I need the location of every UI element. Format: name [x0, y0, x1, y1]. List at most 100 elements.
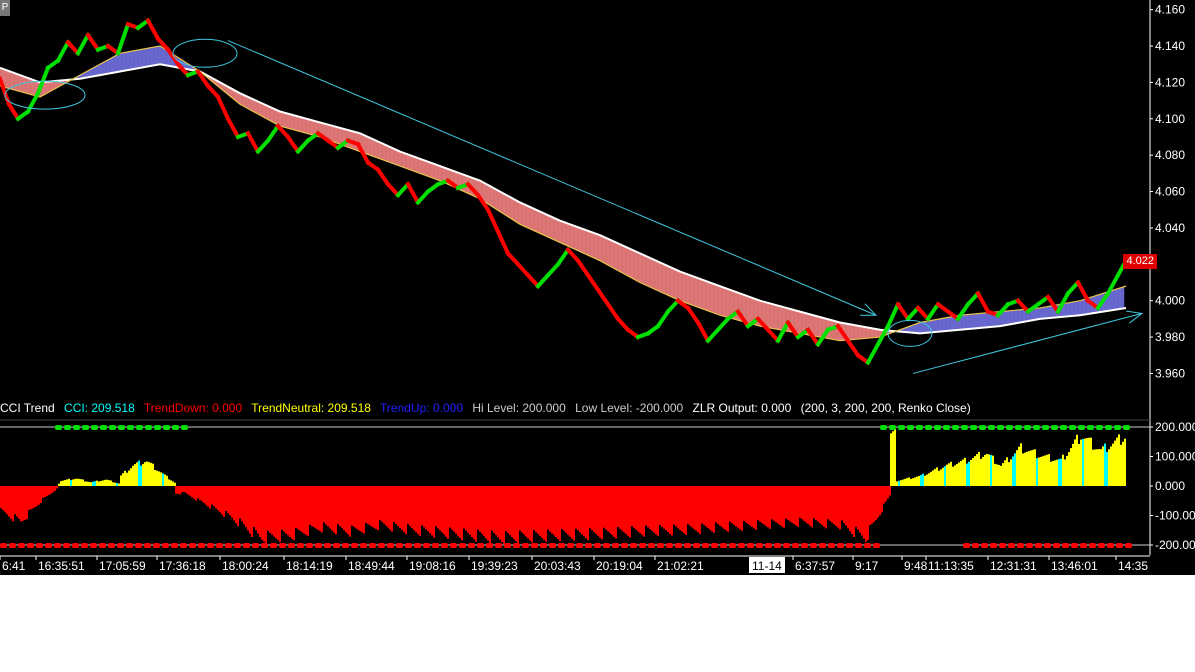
cci-bar-negative [507, 486, 509, 534]
renko-down-brick [915, 305, 931, 322]
ma-ribbon-segment [1067, 301, 1073, 317]
cci-bar-negative [375, 486, 377, 530]
cci-bar-negative [22, 486, 24, 521]
renko-up-brick [535, 272, 551, 289]
cci-bar-negative [255, 486, 257, 531]
trend-down-marker [117, 543, 124, 548]
cci-bar-positive [968, 461, 970, 486]
trend-up-marker [163, 425, 170, 430]
cci-bar-positive [896, 481, 898, 486]
ma-ribbon-segment [671, 267, 677, 300]
ma-ribbon-segment [947, 316, 953, 332]
cci-bar-negative [293, 486, 295, 541]
cci-bar-negative [319, 486, 321, 531]
trend-up-marker [1123, 425, 1130, 430]
ma-ribbon-segment [1119, 286, 1125, 310]
trend-up-marker [889, 425, 896, 430]
trend-down-marker [90, 543, 97, 548]
ma-ribbon-segment [595, 233, 601, 262]
cci-bar-negative [367, 486, 369, 525]
cci-bar-positive [1100, 449, 1102, 486]
ma-ribbon-segment [971, 313, 977, 330]
renko-down-brick [685, 305, 701, 326]
renko-up-brick [865, 341, 881, 366]
cci-bar-positive [132, 465, 134, 486]
time-tick-label: 20:19:04 [596, 559, 643, 573]
trend-down-marker [684, 543, 691, 548]
time-tick-label: 19:39:23 [471, 559, 518, 573]
trend-down-marker [738, 543, 745, 548]
cci-bar-negative [441, 486, 443, 533]
cci-bar-negative [345, 486, 347, 533]
cci-bar-negative [36, 486, 38, 507]
cci-bar-negative [26, 486, 28, 519]
chart-area[interactable]: 4.160 4.140 4.120 4.100 4.080 4.060 4.040 4.000… [0, 0, 1195, 575]
ma-ribbon-segment [771, 303, 777, 330]
time-tick-label: 21:02:21 [657, 559, 704, 573]
legend-low-level: Low Level: -200.000 [575, 401, 684, 415]
cci-bar-negative [743, 486, 745, 521]
cci-bar-negative [407, 486, 409, 525]
cci-bar-positive [82, 479, 84, 486]
trend-down-marker [990, 543, 997, 548]
cci-bar-negative [565, 486, 567, 533]
cci-bar-negative [179, 486, 181, 495]
ma-ribbon-segment [487, 184, 493, 208]
trend-down-marker [396, 543, 403, 548]
ma-ribbon-segment [143, 47, 149, 68]
cci-bar-negative [389, 486, 391, 530]
ma-ribbon-segment [415, 156, 421, 174]
cci-bar-negative [625, 486, 627, 535]
legend-name: CCI Trend [0, 401, 55, 415]
cci-bar-positive [1086, 438, 1088, 486]
cci-bar-positive [1020, 443, 1022, 486]
time-tick-label: 20:03:43 [534, 559, 581, 573]
cci-bar-positive [1116, 437, 1118, 486]
trend-down-marker [432, 543, 439, 548]
chart-svg[interactable]: 4.160 4.140 4.120 4.100 4.080 4.060 4.040 4.000… [0, 0, 1195, 575]
cci-bar-positive [1070, 448, 1072, 486]
cci-bar-positive [164, 474, 166, 486]
last-price-tag: 4.022 [1123, 253, 1157, 269]
trend-down-marker [1062, 543, 1069, 548]
cci-bar-negative [331, 486, 333, 531]
legend-trend-neutral: TrendNeutral: 209.518 [251, 401, 371, 415]
ma-ribbon-segment [1015, 309, 1021, 324]
cci-bar-negative [327, 486, 329, 527]
title-strip: P [0, 0, 10, 16]
cci-bar-negative [679, 486, 681, 530]
cci-bar-negative [445, 486, 447, 537]
cci-bar-negative [785, 486, 787, 519]
trend-down-marker [0, 543, 7, 548]
ma-ribbon-segment [711, 282, 717, 315]
ma-ribbon-segment [679, 271, 685, 303]
trend-up-marker [154, 425, 161, 430]
cci-bar-negative [30, 486, 32, 510]
cci-bar-negative [867, 486, 869, 541]
cci-bar-positive [942, 467, 944, 486]
cci-bar-positive [170, 480, 172, 486]
cci-bar-positive [142, 463, 144, 486]
cci-bar-positive [944, 466, 946, 486]
cci-bar-negative [661, 486, 663, 527]
cci-bar-positive [908, 477, 910, 486]
cci-bar-positive [902, 479, 904, 486]
renko-down-brick [495, 228, 511, 257]
ma-ribbon-segment [659, 262, 665, 294]
date-badge-label: 11-14 [752, 559, 782, 573]
cci-bar-negative [685, 486, 687, 535]
trend-down-marker [1116, 543, 1123, 548]
renko-down-brick [845, 337, 861, 359]
trend-down-marker [648, 543, 655, 548]
cci-bar-positive [74, 478, 76, 486]
trend-down-marker [369, 543, 376, 548]
cci-bar-negative [343, 486, 345, 531]
time-tick-label: 18:49:44 [348, 559, 395, 573]
cci-bar-negative [825, 486, 827, 529]
cci-bar-positive [986, 453, 988, 486]
ma-ribbon-segment [619, 243, 625, 275]
cci-bar-negative [777, 486, 779, 524]
cci-bar-negative [863, 486, 865, 539]
cci-bar-negative [335, 486, 337, 535]
cci-bar-negative [585, 486, 587, 539]
